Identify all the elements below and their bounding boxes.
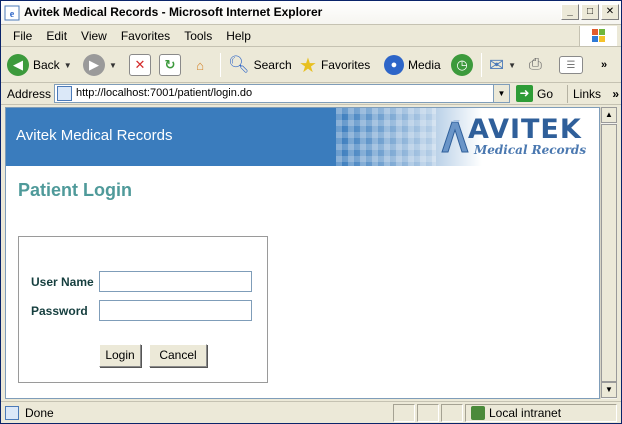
- password-label: Password: [31, 304, 88, 318]
- chevron-down-icon[interactable]: ▼: [109, 61, 117, 70]
- cancel-button[interactable]: Cancel: [149, 344, 207, 367]
- status-bar: Done Local intranet: [1, 401, 621, 423]
- forward-button[interactable]: ▶ ▼: [83, 53, 117, 77]
- password-input[interactable]: [99, 300, 252, 321]
- media-button[interactable]: ● Media: [384, 53, 441, 77]
- toolbar-divider: [481, 53, 482, 77]
- avitek-logo-mark-icon: [441, 120, 469, 153]
- logo-subtitle: Medical Records: [474, 143, 587, 157]
- svg-text:e: e: [10, 9, 15, 20]
- favorites-button[interactable]: ★ Favorites: [299, 53, 370, 77]
- stop-icon: ✕: [129, 54, 151, 76]
- toolbar: ◀ Back ▼ ▶ ▼ ✕ ↻ ⌂ 🔍︎ Search ★ Favorites…: [1, 47, 621, 83]
- edit-button[interactable]: ☰: [559, 53, 583, 77]
- mail-icon: ✉: [489, 54, 505, 75]
- scroll-up-icon[interactable]: ▲: [601, 107, 617, 123]
- toolbar-divider: [220, 53, 221, 77]
- history-button[interactable]: ◷: [451, 53, 473, 77]
- address-dropdown-icon[interactable]: ▼: [493, 85, 509, 102]
- home-icon: ⌂: [196, 57, 204, 73]
- address-bar: Address http://localhost:7001/patient/lo…: [1, 83, 621, 105]
- security-zone-label: Local intranet: [489, 406, 562, 420]
- menu-tools[interactable]: Tools: [178, 29, 220, 43]
- search-button[interactable]: 🔍︎ Search: [228, 53, 292, 77]
- search-label: Search: [253, 58, 292, 72]
- window-title: Avitek Medical Records - Microsoft Inter…: [24, 5, 323, 19]
- go-label: Go: [537, 86, 554, 101]
- go-button[interactable]: ➜ Go: [516, 85, 553, 102]
- links-button[interactable]: Links »: [567, 85, 619, 103]
- status-text: Done: [25, 406, 54, 420]
- menu-favorites[interactable]: Favorites: [115, 29, 178, 43]
- status-pane: [441, 404, 463, 422]
- media-label: Media: [408, 58, 441, 72]
- page-icon: [57, 86, 72, 101]
- login-button[interactable]: Login: [99, 344, 141, 367]
- browser-window: e Avitek Medical Records - Microsoft Int…: [0, 0, 622, 424]
- menu-file[interactable]: File: [7, 29, 40, 43]
- print-button[interactable]: ⎙: [529, 53, 542, 77]
- logo-wordmark: AVITEK: [468, 114, 582, 145]
- page-viewport: Avitek Medical Records AVITEK Medical Re…: [5, 107, 600, 399]
- back-label: Back: [33, 58, 60, 72]
- minimize-button[interactable]: _: [561, 4, 579, 20]
- back-button[interactable]: ◀ Back ▼: [7, 53, 72, 77]
- scroll-down-icon[interactable]: ▼: [601, 382, 617, 398]
- chevron-down-icon[interactable]: ▼: [64, 61, 72, 70]
- menu-help[interactable]: Help: [220, 29, 259, 43]
- menu-edit[interactable]: Edit: [40, 29, 75, 43]
- edit-page-icon: ☰: [559, 56, 583, 74]
- go-arrow-icon: ➜: [516, 85, 533, 102]
- ie-icon: e: [4, 5, 20, 21]
- maximize-button[interactable]: □: [581, 4, 599, 20]
- chevron-down-icon[interactable]: ▼: [508, 61, 516, 70]
- status-pane: [393, 404, 415, 422]
- history-icon: ◷: [451, 54, 473, 76]
- menu-view[interactable]: View: [75, 29, 115, 43]
- refresh-icon: ↻: [159, 54, 181, 76]
- stop-button[interactable]: ✕: [129, 53, 151, 77]
- back-arrow-icon: ◀: [7, 54, 29, 76]
- address-input[interactable]: http://localhost:7001/patient/login.do ▼: [54, 84, 510, 103]
- windows-logo-icon: [579, 26, 617, 46]
- scrollbar-thumb[interactable]: [601, 124, 617, 382]
- home-button[interactable]: ⌂: [189, 53, 211, 77]
- address-label: Address: [7, 87, 52, 101]
- forward-arrow-icon: ▶: [83, 54, 105, 76]
- menu-bar: File Edit View Favorites Tools Help: [1, 25, 621, 47]
- refresh-button[interactable]: ↻: [159, 53, 181, 77]
- address-url[interactable]: http://localhost:7001/patient/login.do: [76, 87, 252, 99]
- links-label: Links: [573, 87, 602, 101]
- search-icon: 🔍︎: [228, 55, 250, 74]
- username-input[interactable]: [99, 271, 252, 292]
- printer-icon: ⎙: [529, 56, 542, 73]
- toolbar-overflow-icon[interactable]: »: [601, 53, 607, 77]
- favorites-label: Favorites: [320, 58, 371, 72]
- title-bar[interactable]: e Avitek Medical Records - Microsoft Int…: [1, 1, 621, 25]
- status-pane: [417, 404, 439, 422]
- links-overflow-icon: »: [612, 87, 620, 101]
- intranet-icon: [471, 406, 485, 420]
- site-banner: Avitek Medical Records AVITEK Medical Re…: [6, 108, 599, 166]
- close-button[interactable]: ✕: [601, 4, 619, 20]
- star-icon: ★: [299, 54, 317, 77]
- page-title: Patient Login: [18, 180, 132, 200]
- username-label: User Name: [31, 275, 94, 289]
- login-form: User Name Password Login Cancel: [18, 236, 268, 383]
- avitek-logo: AVITEK Medical Records: [436, 114, 596, 160]
- media-icon: ●: [384, 55, 404, 75]
- page-done-icon: [5, 406, 19, 420]
- vertical-scrollbar[interactable]: ▲ ▼: [600, 107, 617, 399]
- banner-title: Avitek Medical Records: [16, 127, 173, 144]
- mail-button[interactable]: ✉ ▼: [489, 53, 516, 77]
